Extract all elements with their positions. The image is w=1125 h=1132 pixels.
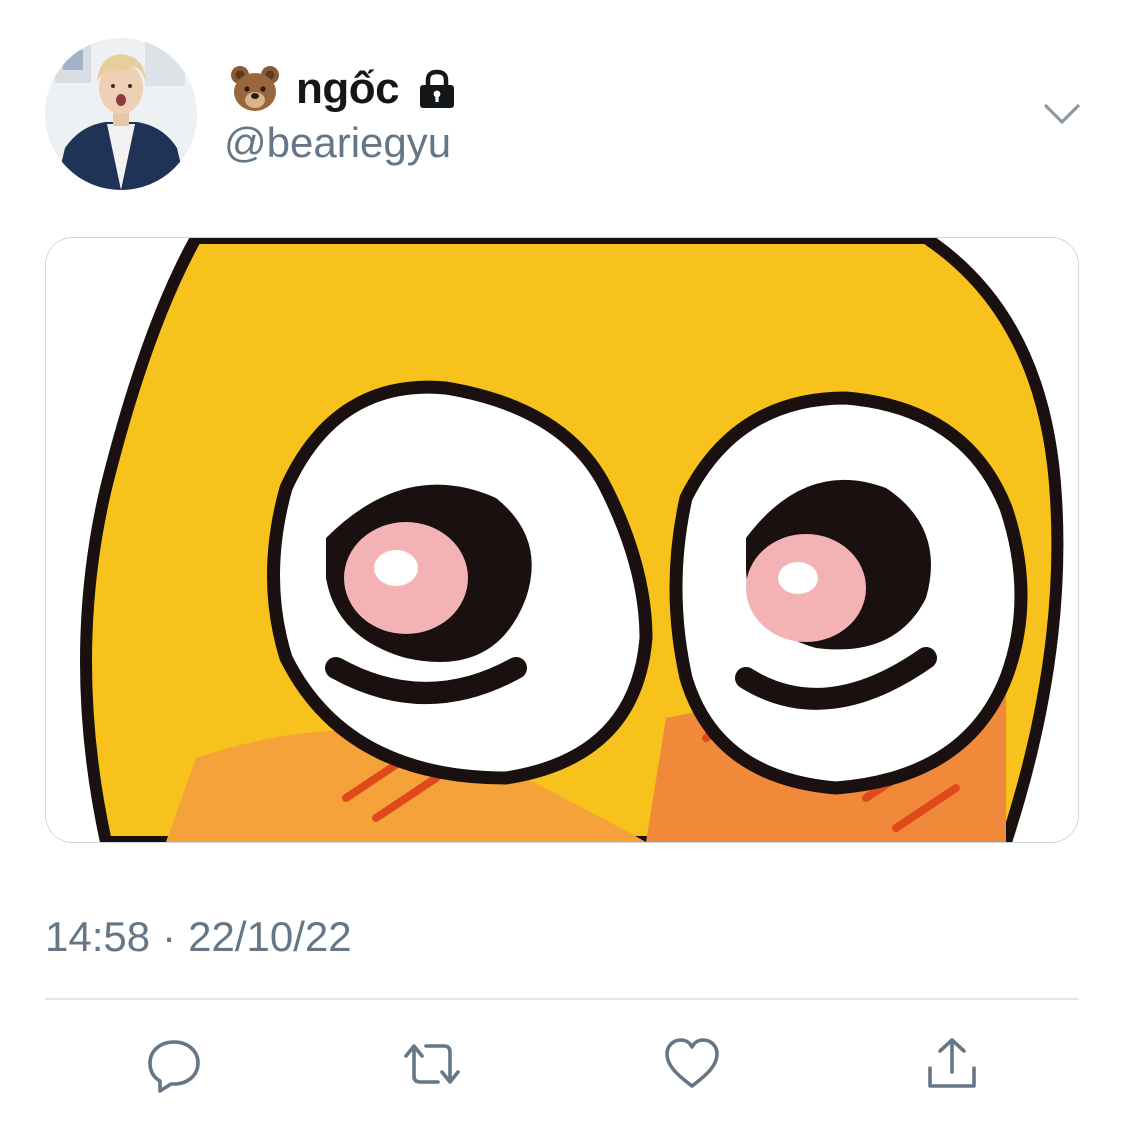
duck-eyes-image (46, 238, 1078, 842)
share-icon (928, 1038, 976, 1088)
chevron-down-icon[interactable] (1040, 92, 1084, 136)
heart-icon (665, 1038, 719, 1088)
tweet-timestamp[interactable]: 14:58 · 22/10/22 (45, 912, 352, 962)
reply-icon (148, 1040, 200, 1093)
tweet-media-image[interactable] (45, 237, 1079, 843)
tweet-header: ngốc @beariegyu (0, 0, 1125, 220)
author-display-name: ngốc (296, 64, 400, 113)
lock-icon (420, 69, 455, 108)
retweet-icon (404, 1044, 460, 1084)
bear-face-icon (231, 66, 279, 111)
timestamp-separator: · (162, 913, 177, 960)
share-button[interactable] (918, 1030, 986, 1098)
author-handle[interactable]: @beariegyu (224, 118, 451, 168)
avatar[interactable] (45, 38, 197, 190)
author-name-row[interactable]: ngốc (228, 62, 459, 116)
tweet-time: 14:58 (45, 913, 151, 960)
tweet-date: 22/10/22 (188, 913, 352, 960)
retweet-button[interactable] (398, 1030, 466, 1098)
divider (45, 998, 1079, 1000)
tweet-actions (0, 1030, 1125, 1100)
reply-button[interactable] (140, 1030, 208, 1098)
like-button[interactable] (658, 1030, 726, 1098)
